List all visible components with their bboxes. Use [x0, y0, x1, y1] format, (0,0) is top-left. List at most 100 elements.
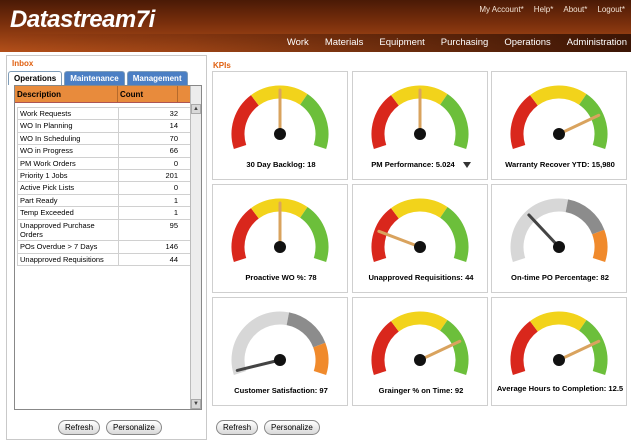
dropdown-arrow-icon[interactable]	[462, 162, 471, 168]
table-row[interactable]: WO In Scheduling 70	[17, 132, 192, 146]
table-row[interactable]: PM Work Orders 0	[17, 157, 192, 171]
gauge-segment	[565, 199, 605, 235]
logout-link[interactable]: Logout*	[597, 5, 625, 14]
scroll-up-icon[interactable]: ▲	[191, 104, 201, 114]
inbox-table: Description Count Work Requests 32 WO In P…	[14, 85, 202, 410]
gauge-segment	[530, 85, 587, 106]
row-count: 95	[169, 220, 178, 230]
kpi-card[interactable]: Customer Satisfaction: 97	[212, 297, 348, 406]
tab-operations[interactable]: Operations	[8, 71, 63, 85]
gauge-segment	[530, 311, 587, 332]
gauge-segment	[578, 94, 608, 149]
kpi-card[interactable]: Grainger % on Time: 92	[352, 297, 488, 406]
gauge-segment	[299, 94, 329, 149]
gauge-segment	[299, 207, 329, 262]
nav-administration[interactable]: Administration	[567, 37, 627, 48]
gauge-chart	[371, 85, 469, 149]
table-row[interactable]: POs Overdue > 7 Days 146	[17, 241, 192, 254]
gauge-chart	[510, 198, 608, 262]
kpi-card[interactable]: Warranty Recover YTD: 15,980	[491, 71, 627, 180]
table-scrollbar[interactable]: ▲ ▼	[190, 86, 201, 409]
kpi-card[interactable]: On-time PO Percentage: 82	[491, 184, 627, 293]
gauge-hub	[553, 354, 565, 366]
row-count: 201	[165, 171, 178, 181]
table-row[interactable]: Temp Exceeded 1	[17, 207, 192, 220]
row-count: 1	[173, 208, 178, 218]
row-description: Unapproved Purchase Orders	[18, 219, 119, 241]
gauge-needle	[527, 213, 561, 249]
table-row[interactable]: Active Pick Lists 0	[17, 182, 192, 195]
nav-equipment[interactable]: Equipment	[379, 37, 424, 48]
gauge-segment	[439, 207, 469, 262]
kpi-card[interactable]: PM Performance: 5.024	[352, 71, 488, 180]
nav-operations[interactable]: Operations	[504, 37, 550, 48]
nav-work[interactable]: Work	[287, 37, 309, 48]
gauge-hub	[553, 128, 565, 140]
about-link[interactable]: About*	[563, 5, 587, 14]
inbox-personalize-button[interactable]: Personalize	[106, 420, 162, 435]
nav-materials[interactable]: Materials	[325, 37, 364, 48]
gauge-needle	[557, 339, 601, 362]
gauge-segment	[592, 229, 608, 262]
kpi-card[interactable]: Unapproved Requisitions: 44	[352, 184, 488, 293]
gauge-segment	[391, 311, 448, 332]
column-header-description[interactable]: Description	[15, 86, 118, 102]
kpi-label: Proactive WO %: 78	[213, 273, 349, 282]
row-count: 32	[169, 109, 178, 118]
gauge-segment	[231, 208, 260, 262]
kpi-label-text: Unapproved Requisitions: 44	[368, 273, 474, 282]
kpi-label-text: Customer Satisfaction: 97	[234, 386, 328, 395]
gauge-chart	[371, 198, 469, 262]
app-header: Datastream7i My Account* Help* About* Lo…	[0, 0, 631, 52]
kpi-refresh-button[interactable]: Refresh	[216, 420, 259, 435]
gauge-hub	[414, 354, 426, 366]
kpi-card[interactable]: 30 Day Backlog: 18	[212, 71, 348, 180]
gauge-segment	[510, 321, 539, 375]
table-body: Work Requests 32 WO In Planning 14 WO In Sch…	[17, 107, 192, 267]
scroll-down-icon[interactable]: ▼	[191, 399, 201, 409]
kpi-label: Average Hours to Completion: 12.5	[492, 384, 628, 393]
kpi-label-text: 30 Day Backlog: 18	[246, 160, 316, 169]
table-row[interactable]: Work Requests 32	[17, 107, 192, 121]
top-links: My Account* Help* About* Logout*	[479, 5, 625, 14]
gauge-hub	[274, 241, 286, 253]
gauge-segment	[391, 198, 448, 219]
kpi-label: On-time PO Percentage: 82	[492, 273, 628, 282]
gauge-chart	[510, 311, 608, 375]
gauge-segment	[313, 342, 329, 375]
kpi-card[interactable]: Average Hours to Completion: 12.5	[491, 297, 627, 406]
tab-maintenance[interactable]: Maintenance	[64, 71, 125, 85]
kpi-label: Unapproved Requisitions: 44	[353, 273, 489, 282]
row-count: 70	[169, 133, 178, 143]
table-row[interactable]: WO In Planning 14	[17, 120, 192, 133]
table-row[interactable]: Unapproved Requisitions 44	[17, 253, 192, 267]
kpi-label: 30 Day Backlog: 18	[213, 160, 349, 169]
inbox-refresh-button[interactable]: Refresh	[58, 420, 101, 435]
row-count: 44	[169, 254, 178, 264]
table-row[interactable]: WO in Progress 66	[17, 145, 192, 158]
kpi-label-text: PM Performance: 5.024	[371, 160, 455, 169]
kpi-personalize-button[interactable]: Personalize	[264, 420, 320, 435]
table-row[interactable]: Part Ready 1	[17, 194, 192, 208]
app-logo: Datastream7i	[10, 6, 155, 33]
table-row[interactable]: Priority 1 Jobs 201	[17, 170, 192, 183]
gauge-chart	[231, 85, 329, 149]
row-description: WO In Scheduling	[18, 132, 119, 145]
kpi-label: Grainger % on Time: 92	[353, 386, 489, 395]
gauge-segment	[578, 320, 608, 375]
my-account-link[interactable]: My Account*	[479, 5, 523, 14]
nav-purchasing[interactable]: Purchasing	[441, 37, 489, 48]
gauge-segment	[439, 320, 469, 375]
inbox-tabs: Operations Maintenance Management	[8, 71, 188, 85]
gauge-needle	[418, 339, 462, 362]
gauge-segment	[286, 312, 326, 348]
gauge-chart	[371, 311, 469, 375]
kpi-label: PM Performance: 5.024	[353, 160, 489, 169]
gauge-segment	[371, 95, 400, 149]
help-link[interactable]: Help*	[534, 5, 554, 14]
table-row[interactable]: Unapproved Purchase Orders 95	[17, 219, 192, 242]
column-header-count[interactable]: Count	[118, 86, 178, 102]
kpi-card[interactable]: Proactive WO %: 78	[212, 184, 348, 293]
tab-management[interactable]: Management	[126, 71, 188, 85]
kpi-label: Customer Satisfaction: 97	[213, 386, 349, 395]
